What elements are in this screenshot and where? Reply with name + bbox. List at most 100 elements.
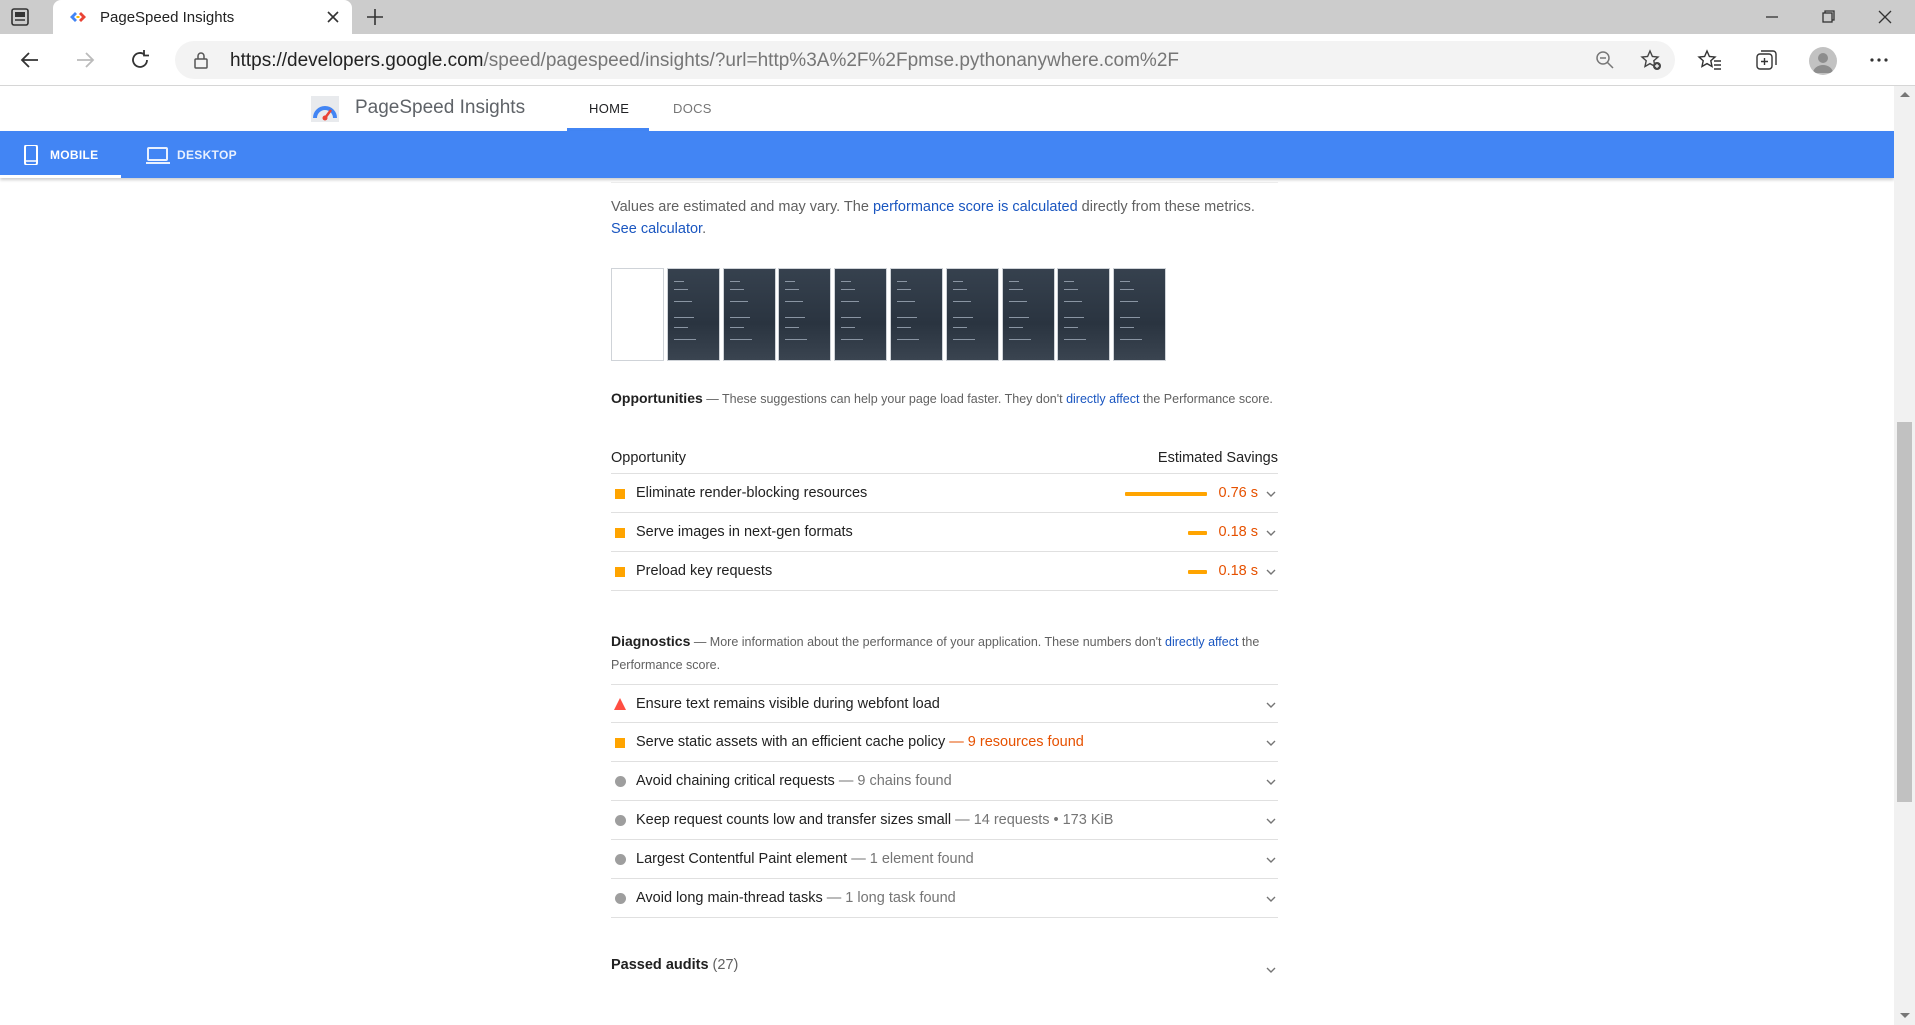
profile-icon bbox=[1813, 53, 1833, 73]
collections-icon[interactable] bbox=[1753, 47, 1779, 73]
chevron-down-icon bbox=[1266, 857, 1276, 863]
scroll-down-arrow-icon[interactable] bbox=[1900, 1013, 1910, 1018]
info-circle-icon bbox=[615, 854, 626, 865]
minimize-icon[interactable] bbox=[1759, 4, 1785, 30]
score-calculated-link[interactable]: performance score is calculated bbox=[873, 199, 1078, 215]
diagnostics-desc-1: — More information about the performance… bbox=[690, 635, 1165, 649]
chevron-down-icon bbox=[1266, 818, 1276, 824]
chevron-down-icon bbox=[1266, 779, 1276, 785]
chevron-down-icon bbox=[1266, 530, 1276, 536]
filmstrip bbox=[611, 268, 1278, 361]
refresh-icon[interactable] bbox=[127, 47, 153, 73]
scroll-up-arrow-icon[interactable] bbox=[1900, 92, 1910, 97]
psi-title: PageSpeed Insights bbox=[355, 97, 526, 118]
restore-icon[interactable] bbox=[1815, 4, 1841, 30]
diagnostic-title: Largest Contentful Paint element — 1 ele… bbox=[636, 851, 974, 867]
diagnostics-directly-affect-link[interactable]: directly affect bbox=[1165, 635, 1238, 649]
lock-icon[interactable] bbox=[192, 51, 210, 69]
tab-title: PageSpeed Insights bbox=[100, 9, 235, 26]
nav-home-label: HOME bbox=[589, 101, 630, 116]
address-bar[interactable]: https://developers.google.com/speed/page… bbox=[175, 41, 1675, 79]
opportunities-title: Opportunities bbox=[611, 390, 703, 406]
passed-audits-count: (27) bbox=[712, 957, 739, 973]
filmstrip-frame bbox=[945, 268, 999, 361]
opportunity-row[interactable]: Preload key requests 0.18 s bbox=[611, 552, 1278, 591]
nav-home-tab[interactable]: HOME bbox=[567, 86, 649, 131]
passed-audits-toggle[interactable]: Passed audits (27) bbox=[611, 957, 1278, 987]
average-square-icon bbox=[615, 528, 625, 538]
note-text-3: . bbox=[702, 221, 707, 237]
url-text[interactable]: https://developers.google.com/speed/page… bbox=[230, 50, 1179, 72]
filmstrip-frame bbox=[778, 268, 832, 361]
diagnostic-row[interactable]: Ensure text remains visible during webfo… bbox=[611, 684, 1278, 723]
note-text-2: directly from these metrics. bbox=[1077, 199, 1255, 215]
opportunities-directly-affect-link[interactable]: directly affect bbox=[1066, 392, 1139, 406]
chevron-down-icon bbox=[1266, 702, 1276, 708]
scrollbar-thumb[interactable] bbox=[1897, 422, 1912, 802]
see-calculator-link[interactable]: See calculator bbox=[611, 221, 702, 237]
profile-avatar[interactable] bbox=[1809, 47, 1837, 75]
desktop-icon bbox=[146, 147, 170, 164]
add-favorite-icon[interactable] bbox=[1640, 49, 1662, 71]
diagnostic-row[interactable]: Largest Contentful Paint element — 1 ele… bbox=[611, 840, 1278, 879]
pagespeed-favicon-icon bbox=[70, 12, 86, 22]
info-circle-icon bbox=[615, 815, 626, 826]
opportunity-row[interactable]: Eliminate render-blocking resources 0.76 … bbox=[611, 474, 1278, 513]
metrics-note: Values are estimated and may vary. The p… bbox=[611, 196, 1278, 240]
forward-icon[interactable] bbox=[72, 47, 98, 73]
new-tab-icon[interactable] bbox=[364, 6, 386, 28]
tab-mobile[interactable]: MOBILE bbox=[0, 131, 121, 178]
divider bbox=[611, 182, 1278, 183]
filmstrip-frame bbox=[1113, 268, 1167, 361]
diagnostic-title: Serve static assets with an efficient ca… bbox=[636, 734, 1084, 750]
nav-docs-label: DOCS bbox=[673, 101, 712, 116]
tab-actions-icon[interactable] bbox=[10, 7, 30, 27]
filmstrip-frame bbox=[1001, 268, 1055, 361]
diagnostic-row[interactable]: Keep request counts low and transfer siz… bbox=[611, 801, 1278, 840]
savings-column-label: Estimated Savings bbox=[1157, 450, 1278, 466]
favorites-icon[interactable] bbox=[1697, 47, 1723, 73]
diagnostic-detail: — 1 element found bbox=[847, 851, 974, 867]
opportunity-label: Serve images in next-gen formats bbox=[636, 524, 853, 540]
average-square-icon bbox=[615, 567, 625, 577]
pagespeed-logo-icon bbox=[311, 96, 339, 122]
opportunity-column-label: Opportunity bbox=[611, 450, 686, 466]
close-window-icon[interactable] bbox=[1872, 4, 1898, 30]
opportunity-row[interactable]: Serve images in next-gen formats 0.18 s bbox=[611, 513, 1278, 552]
passed-audits-title: Passed audits bbox=[611, 957, 709, 973]
filmstrip-frame bbox=[611, 268, 664, 361]
browser-tab[interactable]: PageSpeed Insights bbox=[53, 0, 352, 34]
browser-tab-bar: PageSpeed Insights bbox=[0, 0, 1915, 34]
diagnostics-header: Diagnostics — More information about the… bbox=[611, 630, 1278, 677]
average-square-icon bbox=[615, 489, 625, 499]
opportunity-table-header: Opportunity Estimated Savings bbox=[611, 448, 1278, 474]
more-options-icon[interactable] bbox=[1866, 47, 1892, 73]
diagnostic-row[interactable]: Avoid chaining critical requests — 9 cha… bbox=[611, 762, 1278, 801]
chevron-down-icon bbox=[1266, 967, 1276, 973]
savings-value: 0.18 s bbox=[1218, 563, 1259, 579]
page-scrollbar[interactable] bbox=[1894, 86, 1915, 1025]
filmstrip-frame bbox=[834, 268, 888, 361]
opportunity-label: Eliminate render-blocking resources bbox=[636, 485, 868, 501]
diagnostic-detail: — 9 resources found bbox=[945, 734, 1084, 750]
zoom-out-icon[interactable] bbox=[1594, 49, 1616, 71]
diagnostic-row[interactable]: Serve static assets with an efficient ca… bbox=[611, 723, 1278, 762]
info-circle-icon bbox=[615, 776, 626, 787]
diagnostic-label: Avoid chaining critical requests bbox=[636, 773, 835, 789]
passed-audits-label: Passed audits (27) bbox=[611, 957, 738, 973]
diagnostic-label: Serve static assets with an efficient ca… bbox=[636, 734, 946, 750]
tab-desktop[interactable]: DESKTOP bbox=[140, 131, 250, 178]
tab-close-icon[interactable] bbox=[324, 8, 342, 26]
chevron-down-icon bbox=[1266, 740, 1276, 746]
nav-docs-tab[interactable]: DOCS bbox=[660, 86, 720, 131]
device-tab-bar: MOBILE DESKTOP bbox=[0, 131, 1894, 178]
url-path: /speed/pagespeed/insights/?url=http%3A%2… bbox=[483, 50, 1180, 71]
desktop-label: DESKTOP bbox=[177, 148, 237, 162]
diagnostic-detail: — 1 long task found bbox=[822, 890, 956, 906]
back-icon[interactable] bbox=[17, 47, 43, 73]
diagnostic-label: Largest Contentful Paint element bbox=[636, 851, 848, 867]
diagnostic-row[interactable]: Avoid long main-thread tasks — 1 long ta… bbox=[611, 879, 1278, 918]
savings-bar bbox=[1125, 492, 1207, 496]
mobile-label: MOBILE bbox=[50, 148, 99, 162]
url-host: https://developers.google.com bbox=[230, 50, 484, 71]
